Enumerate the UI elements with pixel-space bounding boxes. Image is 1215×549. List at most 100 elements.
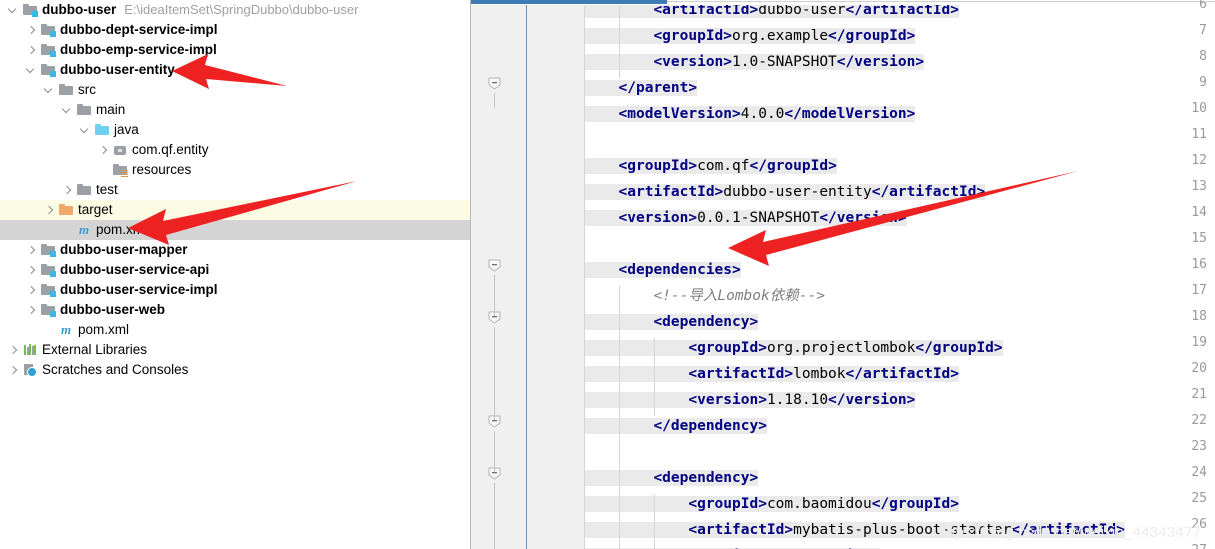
code-line: <groupId>org.projectlombok</groupId> bbox=[583, 335, 1003, 361]
chevron-right-icon[interactable] bbox=[26, 285, 37, 296]
chevron-right-icon[interactable] bbox=[44, 205, 55, 216]
maven-file-icon: m bbox=[78, 222, 90, 237]
code-token-tag: <groupId> bbox=[583, 496, 767, 512]
chevron-right-icon[interactable] bbox=[62, 185, 73, 196]
tree-item-external-libraries[interactable]: External Libraries bbox=[0, 340, 470, 360]
chevron-right-icon[interactable] bbox=[8, 345, 19, 356]
code-line: <version>1.18.10</version> bbox=[583, 387, 916, 413]
tree-item-target[interactable]: target bbox=[0, 200, 470, 220]
project-tool-window[interactable]: dubbo-user E:\ideaItemSet\SpringDubbo\dub… bbox=[0, 0, 471, 549]
code-token-val: org.example bbox=[732, 28, 829, 44]
fold-connector bbox=[493, 483, 495, 549]
chevron-right-icon[interactable] bbox=[98, 145, 109, 156]
idea-window: dubbo-user E:\ideaItemSet\SpringDubbo\dub… bbox=[0, 0, 1215, 549]
code-token-tag: <dependencies> bbox=[583, 262, 741, 278]
chevron-down-icon[interactable] bbox=[7, 4, 19, 16]
tree-item-dubbo-user-service-api[interactable]: dubbo-user-service-api bbox=[0, 260, 470, 280]
fold-minus-icon[interactable] bbox=[488, 77, 501, 90]
scratches-icon bbox=[22, 362, 38, 378]
code-token-val: dubbo-user bbox=[758, 5, 846, 18]
code-line: <dependencies> bbox=[583, 257, 741, 283]
code-text-area[interactable]: <artifactId>dubbo-user</artifactId> <gro… bbox=[583, 5, 1215, 549]
code-token-tag: <version> bbox=[583, 54, 733, 70]
tree-item-label: dubbo-user-web bbox=[60, 302, 165, 317]
code-token-tag: <version> bbox=[583, 210, 698, 226]
tree-item-label: com.qf.entity bbox=[132, 142, 209, 157]
tree-item-dubbo-user-service-impl[interactable]: dubbo-user-service-impl bbox=[0, 280, 470, 300]
tree-item-pom-xml[interactable]: m pom.xml bbox=[0, 220, 470, 240]
code-line: <groupId>com.baomidou</groupId> bbox=[583, 491, 960, 517]
chevron-right-icon[interactable] bbox=[26, 25, 37, 36]
fold-connector bbox=[493, 431, 495, 472]
code-token-tag: <artifactId> bbox=[583, 522, 794, 538]
maven-file-icon: m bbox=[60, 322, 72, 337]
code-token-tag: </groupId> bbox=[915, 340, 1003, 356]
chevron-right-icon[interactable] bbox=[26, 245, 37, 256]
tree-item-src[interactable]: src bbox=[0, 80, 470, 100]
chevron-right-icon[interactable] bbox=[26, 305, 37, 316]
tree-item-dubbo-user-web[interactable]: dubbo-user-web bbox=[0, 300, 470, 320]
code-token-tag: <groupId> bbox=[583, 28, 733, 44]
source-folder-icon bbox=[94, 122, 110, 138]
module-folder-icon bbox=[40, 262, 56, 278]
code-token-tag: <groupId> bbox=[583, 340, 767, 356]
tree-item-label: dubbo-user-service-api bbox=[60, 262, 210, 277]
tree-item-label: dubbo-user bbox=[42, 2, 117, 17]
tree-item-label: resources bbox=[132, 162, 192, 177]
module-folder-icon bbox=[40, 62, 56, 78]
code-token-val: 1.0-SNAPSHOT bbox=[732, 54, 837, 70]
package-icon bbox=[112, 142, 128, 158]
tree-item-resources[interactable]: resources bbox=[0, 160, 470, 180]
folder-icon bbox=[58, 82, 74, 98]
fold-minus-icon[interactable] bbox=[488, 259, 501, 272]
tree-item-label: pom.xml bbox=[78, 322, 130, 337]
chevron-down-icon[interactable] bbox=[61, 104, 73, 116]
chevron-right-icon[interactable] bbox=[8, 365, 19, 376]
tree-item-label: dubbo-user-entity bbox=[60, 62, 175, 77]
code-token-tag: <version> bbox=[583, 392, 767, 408]
code-line: <groupId>org.example</groupId> bbox=[583, 23, 916, 49]
tree-item-dubbo-user-entity[interactable]: dubbo-user-entity bbox=[0, 60, 470, 80]
chevron-down-icon[interactable] bbox=[43, 84, 55, 96]
indent-guide bbox=[653, 494, 655, 549]
tree-item-scratches-and-consoles[interactable]: Scratches and Consoles bbox=[0, 360, 470, 380]
code-token-tag: </dependency> bbox=[583, 418, 767, 434]
code-token-tag: <modelVersion> bbox=[583, 106, 741, 122]
tree-item-dubbo-emp-service-impl[interactable]: dubbo-emp-service-impl bbox=[0, 40, 470, 60]
code-token-val: lombok bbox=[793, 366, 846, 382]
code-token-tag: </parent> bbox=[583, 80, 698, 96]
code-token-val: 0.0.1-SNAPSHOT bbox=[697, 210, 820, 226]
code-line: <dependency> bbox=[583, 309, 759, 335]
indent-guide bbox=[653, 338, 655, 416]
chevron-right-icon[interactable] bbox=[26, 45, 37, 56]
excluded-folder-icon bbox=[58, 202, 74, 218]
tree-item-dubbo-dept-service-impl[interactable]: dubbo-dept-service-impl bbox=[0, 20, 470, 40]
tree-item-label: dubbo-dept-service-impl bbox=[60, 22, 218, 37]
fold-marker-column[interactable] bbox=[526, 5, 584, 549]
code-editor[interactable]: 6789101112131415161718192021222324252627… bbox=[470, 0, 1215, 549]
folder-icon bbox=[76, 102, 92, 118]
tree-item-test[interactable]: test bbox=[0, 180, 470, 200]
code-line: <version>0.0.1-SNAPSHOT</version> bbox=[583, 205, 907, 231]
indent-guide bbox=[618, 286, 620, 549]
tree-item-main[interactable]: main bbox=[0, 100, 470, 120]
tree-item-dubbo-user-mapper[interactable]: dubbo-user-mapper bbox=[0, 240, 470, 260]
module-folder-icon bbox=[40, 242, 56, 258]
tree-item-label: target bbox=[78, 202, 113, 217]
code-token-tag: </version> bbox=[828, 392, 916, 408]
tree-item-java[interactable]: java bbox=[0, 120, 470, 140]
editor-tab-underline bbox=[470, 0, 667, 4]
tree-item-label: dubbo-user-mapper bbox=[60, 242, 188, 257]
tree-item-pom-xml[interactable]: m pom.xml bbox=[0, 320, 470, 340]
code-token-val: 4.0.0 bbox=[740, 106, 785, 122]
chevron-down-icon[interactable] bbox=[25, 64, 37, 76]
chevron-right-icon[interactable] bbox=[26, 265, 37, 276]
chevron-down-icon[interactable] bbox=[79, 124, 91, 136]
tree-item-dubbo-user[interactable]: dubbo-user E:\ideaItemSet\SpringDubbo\dub… bbox=[0, 0, 470, 20]
code-line: <groupId>com.qf</groupId> bbox=[583, 153, 837, 179]
code-token-tag: <dependency> bbox=[583, 470, 759, 486]
module-folder-icon bbox=[22, 2, 38, 18]
code-line: </parent> bbox=[583, 75, 698, 101]
code-token-tag: </groupId> bbox=[828, 28, 916, 44]
tree-item-com-qf-entity[interactable]: com.qf.entity bbox=[0, 140, 470, 160]
